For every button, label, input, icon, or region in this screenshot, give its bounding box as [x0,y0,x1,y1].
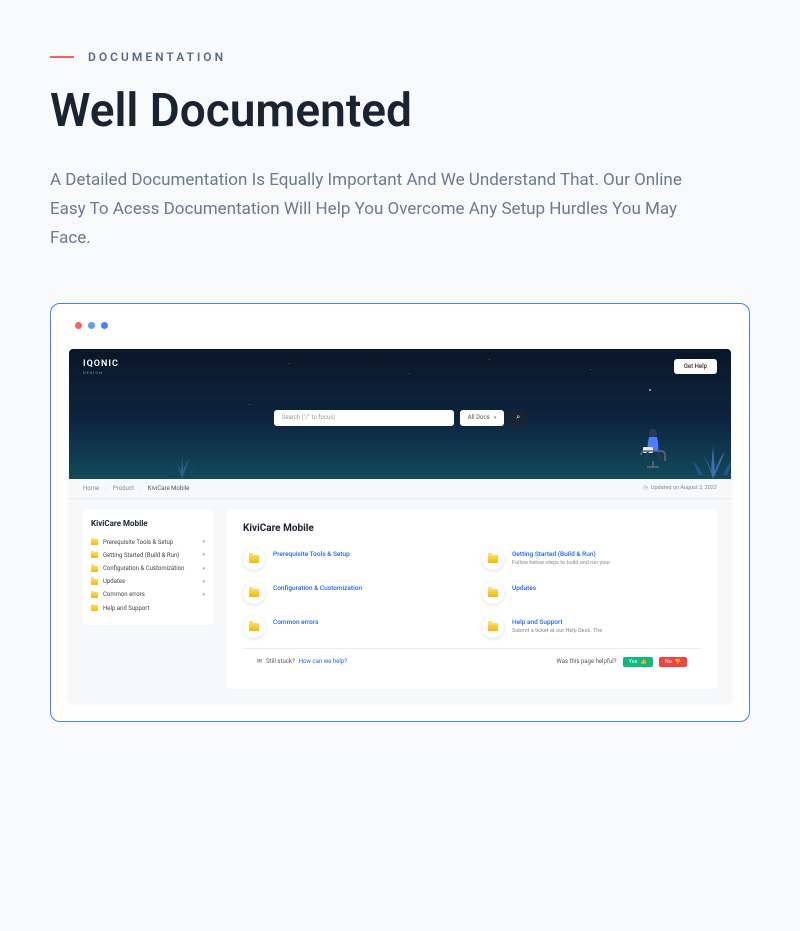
traffic-dot-blue2 [101,322,108,329]
get-help-button[interactable]: Get Help [674,359,717,374]
doc-card-support[interactable]: Help and Support Submit a ticket at our H… [482,616,701,638]
card-title: Common errors [273,618,319,626]
doc-card-updates[interactable]: Updates [482,582,701,604]
thumbs-down-icon: 👎 [675,659,681,665]
card-icon [482,616,504,638]
yes-button[interactable]: Yes👍 [623,657,653,667]
page-title: Well Documented [50,84,750,138]
card-title: Help and Support [512,618,602,626]
sidebar-item-prerequisite[interactable]: Prerequisite Tools & Setup ▾ [91,536,205,549]
clock-icon: ◷ [643,485,648,491]
sidebar-item-support[interactable]: Help and Support [91,602,205,615]
no-button[interactable]: No👎 [659,657,687,667]
updated-text: Updated on August 2, 2022 [651,485,717,491]
content-title: KiviCare Mobile [243,523,701,534]
folder-icon [249,555,259,563]
breadcrumb-product[interactable]: Product [113,485,134,492]
doc-card-errors[interactable]: Common errors [243,616,462,638]
doc-card-config[interactable]: Configuration & Customization [243,582,462,604]
sidebar: KiviCare Mobile Prerequisite Tools & Set… [83,509,213,625]
card-icon [482,582,504,604]
chevron-down-icon: ▾ [202,539,205,545]
sidebar-item-label: Getting Started (Build & Run) [103,552,179,559]
plant-illustration-right [693,437,731,479]
breadcrumb-sep: › [140,485,142,492]
card-title: Getting Started (Build & Run) [512,550,610,558]
thumbs-up-icon: 👍 [640,659,646,665]
all-docs-dropdown[interactable]: All Docs ▾ [460,410,504,426]
sidebar-item-getting-started[interactable]: Getting Started (Build & Run) ▾ [91,549,205,562]
logo-text: IQONIC [83,359,119,369]
search-button[interactable]: ⌕ [510,410,526,426]
documentation-site-preview: IQONIC DESIGN Get Help Search ("/" to fo… [69,349,731,703]
all-docs-label: All Docs [468,414,490,421]
chevron-down-icon: ▾ [494,415,497,421]
envelope-icon: ✉ [257,658,262,665]
updated-timestamp: ◷ Updated on August 2, 2022 [643,485,717,491]
folder-icon [488,623,498,631]
breadcrumb-bar: Home › Product › KiviCare Mobile ◷ Updat… [69,479,731,499]
search-placeholder: Search ("/" to focus) [282,414,336,421]
sidebar-item-label: Help and Support [103,605,149,612]
folder-icon [488,555,498,563]
folder-icon [249,589,259,597]
traffic-dot-red [75,322,82,329]
card-icon [243,582,265,604]
breadcrumb-home[interactable]: Home [83,485,99,492]
section-eyebrow: DOCUMENTATION [50,50,750,64]
breadcrumb-current: KiviCare Mobile [148,485,190,492]
breadcrumb-sep: › [105,485,107,492]
page-description: A Detailed Documentation Is Equally Impo… [50,166,690,253]
browser-frame: IQONIC DESIGN Get Help Search ("/" to fo… [50,303,750,722]
doc-card-getting-started[interactable]: Getting Started (Build & Run) Follow belo… [482,548,701,570]
card-title: Updates [512,584,536,592]
logo[interactable]: IQONIC DESIGN [83,359,119,375]
sidebar-item-label: Configuration & Customization [103,565,184,572]
traffic-dot-blue [88,322,95,329]
folder-icon [91,552,98,558]
main-content: KiviCare Mobile Prerequisite Tools & Set… [227,509,717,689]
folder-icon [91,592,98,598]
sidebar-item-label: Prerequisite Tools & Setup [103,539,173,546]
card-icon [243,616,265,638]
chevron-down-icon: ▾ [202,566,205,572]
folder-icon [249,623,259,631]
folder-icon [91,579,98,585]
chevron-down-icon: ▾ [202,592,205,598]
card-title: Prerequisite Tools & Setup [273,550,350,558]
traffic-lights [69,322,731,329]
plant-illustration [169,447,195,479]
doc-card-prerequisite[interactable]: Prerequisite Tools & Setup [243,548,462,570]
folder-icon [91,605,98,611]
stuck-text: Still stuck? [266,658,295,665]
eyebrow-line [50,56,74,58]
eyebrow-text: DOCUMENTATION [88,50,226,64]
helpful-text: Was this page helpful? [557,658,617,665]
search-icon: ⌕ [516,413,520,422]
card-desc: Submit a ticket at our Help Desk. The [512,628,602,635]
hero-banner: IQONIC DESIGN Get Help Search ("/" to fo… [69,349,731,479]
content-footer: ✉ Still stuck? How can we help? Was this… [243,648,701,675]
sidebar-item-label: Updates [103,578,125,585]
folder-icon [91,539,98,545]
sidebar-title: KiviCare Mobile [91,519,205,528]
chevron-down-icon: ▾ [202,579,205,585]
card-title: Configuration & Customization [273,584,362,592]
sidebar-item-label: Common errors [103,591,145,598]
folder-icon [488,589,498,597]
card-icon [243,548,265,570]
logo-subtext: DESIGN [83,370,119,375]
person-illustration [633,425,671,471]
card-icon [482,548,504,570]
stuck-link[interactable]: How can we help? [299,658,347,665]
sidebar-item-config[interactable]: Configuration & Customization ▾ [91,562,205,575]
search-input[interactable]: Search ("/" to focus) [274,410,454,426]
card-desc: Follow below steps to build and run your [512,560,610,567]
sidebar-item-updates[interactable]: Updates ▾ [91,575,205,588]
folder-icon [91,566,98,572]
chevron-down-icon: ▾ [202,552,205,558]
sidebar-item-errors[interactable]: Common errors ▾ [91,588,205,601]
